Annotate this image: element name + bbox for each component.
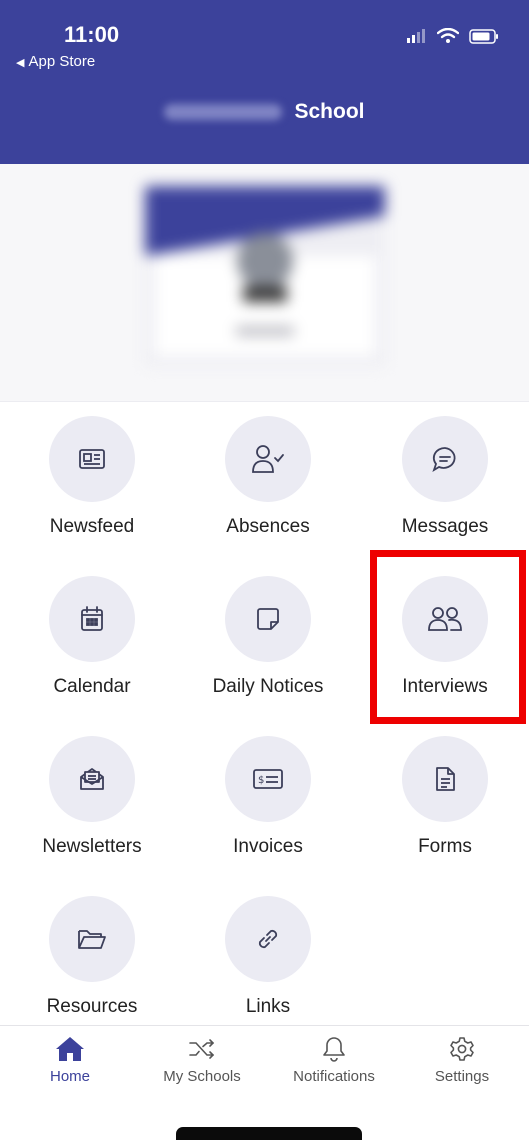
grid-item-newsletters[interactable]: Newsletters bbox=[4, 722, 180, 872]
tab-settings[interactable]: Settings bbox=[396, 1036, 528, 1085]
sticky-note-icon bbox=[257, 608, 279, 630]
grid-item-calendar[interactable]: Calendar bbox=[4, 562, 180, 712]
page-title: School bbox=[294, 100, 365, 123]
bottom-tab-bar: Home My Schools Notifications Settings bbox=[0, 1025, 529, 1141]
back-to-app-store[interactable]: ◀ App Store bbox=[16, 53, 95, 70]
grid-item-forms[interactable]: Forms bbox=[357, 722, 529, 872]
forms-circle bbox=[402, 736, 488, 822]
chat-bubble-icon bbox=[432, 447, 456, 473]
back-arrow-icon: ◀ bbox=[16, 57, 25, 69]
tab-home-label: Home bbox=[49, 1068, 90, 1085]
status-time: 11:00 bbox=[64, 22, 120, 47]
newsfeed-label: Newsfeed bbox=[49, 516, 135, 537]
battery-icon bbox=[469, 28, 498, 44]
redacted-school-name bbox=[164, 104, 283, 120]
daily-notices-circle bbox=[225, 576, 311, 662]
daily-notices-label: Daily Notices bbox=[212, 676, 324, 697]
newsfeed-circle bbox=[49, 416, 135, 502]
resources-label: Resources bbox=[46, 996, 138, 1017]
app-header: 11:00 ◀ App Store School bbox=[0, 0, 529, 164]
shuffle-icon bbox=[189, 1039, 215, 1059]
calendar-icon bbox=[81, 606, 103, 631]
interviews-highlight-box bbox=[370, 550, 526, 724]
newsletters-circle bbox=[49, 736, 135, 822]
grid-item-resources[interactable]: Resources bbox=[4, 882, 180, 1032]
grid-item-invoices[interactable]: $ Invoices bbox=[180, 722, 356, 872]
newspaper-icon bbox=[79, 449, 105, 469]
messages-label: Messages bbox=[401, 516, 489, 537]
grid-item-absences[interactable]: Absences bbox=[180, 402, 356, 552]
school-profile-image bbox=[145, 186, 385, 366]
links-circle bbox=[225, 896, 311, 982]
document-icon bbox=[436, 767, 455, 791]
tab-home[interactable]: Home bbox=[4, 1036, 136, 1085]
tab-settings-label: Settings bbox=[434, 1068, 490, 1085]
calendar-circle bbox=[49, 576, 135, 662]
invoices-circle: $ bbox=[225, 736, 311, 822]
school-banner bbox=[0, 164, 529, 402]
calendar-label: Calendar bbox=[53, 676, 131, 697]
tab-my-schools-label: My Schools bbox=[163, 1068, 241, 1085]
messages-circle bbox=[402, 416, 488, 502]
home-indicator bbox=[176, 1127, 362, 1140]
invoice-icon: $ bbox=[253, 769, 283, 789]
link-icon bbox=[258, 929, 278, 949]
links-label: Links bbox=[245, 996, 291, 1017]
back-label: App Store bbox=[28, 53, 96, 70]
tab-notifications[interactable]: Notifications bbox=[268, 1036, 400, 1085]
grid-item-links[interactable]: Links bbox=[180, 882, 356, 1032]
signal-icon bbox=[407, 29, 425, 43]
grid-item-newsfeed[interactable]: Newsfeed bbox=[4, 402, 180, 552]
tab-my-schools[interactable]: My Schools bbox=[136, 1036, 268, 1085]
envelope-letter-icon bbox=[80, 768, 104, 790]
absences-circle bbox=[225, 416, 311, 502]
svg-text:$: $ bbox=[258, 775, 264, 786]
bell-icon bbox=[323, 1037, 345, 1062]
absences-label: Absences bbox=[226, 516, 310, 537]
resources-circle bbox=[49, 896, 135, 982]
grid-item-daily-notices[interactable]: Daily Notices bbox=[180, 562, 356, 712]
wifi-icon bbox=[437, 28, 459, 43]
forms-label: Forms bbox=[418, 836, 472, 857]
gear-icon bbox=[450, 1037, 474, 1061]
header-title-row: School bbox=[0, 100, 529, 124]
newsletters-label: Newsletters bbox=[42, 836, 142, 857]
status-icons bbox=[407, 28, 499, 44]
grid-item-messages[interactable]: Messages bbox=[357, 402, 529, 552]
invoices-label: Invoices bbox=[233, 836, 303, 857]
user-check-icon bbox=[252, 445, 284, 473]
tab-notifications-label: Notifications bbox=[293, 1068, 375, 1085]
home-icon bbox=[56, 1037, 84, 1061]
folder-icon bbox=[78, 930, 106, 949]
